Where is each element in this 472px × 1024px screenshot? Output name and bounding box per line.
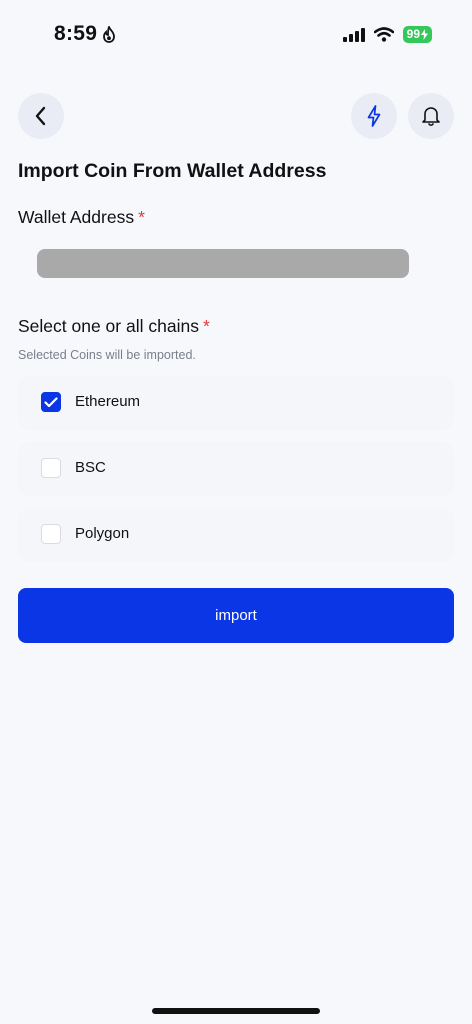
chain-option-ethereum[interactable]: Ethereum <box>18 376 454 430</box>
notifications-button[interactable] <box>408 93 454 139</box>
import-button[interactable]: import <box>18 588 454 643</box>
chain-option-bsc[interactable]: BSC <box>18 442 454 496</box>
required-mark: * <box>138 207 145 227</box>
chains-label: Select one or all chains * <box>18 316 210 337</box>
lightning-button[interactable] <box>351 93 397 139</box>
required-mark: * <box>202 316 210 336</box>
import-button-label: import <box>215 607 257 624</box>
cellular-signal-icon <box>342 27 365 42</box>
bsc-checkbox[interactable] <box>41 458 61 478</box>
chain-label-ethereum: Ethereum <box>75 393 141 410</box>
wallet-address-label: Wallet Address * <box>18 207 145 228</box>
ethereum-checkbox[interactable] <box>41 392 61 412</box>
chains-label-text: Select one or all chains <box>18 316 199 336</box>
chevron-left-icon <box>35 106 46 126</box>
page-title: Import Coin From Wallet Address <box>18 160 327 182</box>
home-indicator <box>152 1008 320 1014</box>
battery-indicator: 99 <box>402 26 432 43</box>
status-time-text: 8:59 <box>54 22 98 45</box>
polygon-checkbox[interactable] <box>41 524 61 544</box>
lightning-bolt-icon <box>367 105 381 127</box>
bell-icon <box>422 107 440 127</box>
status-time: 8:59 <box>54 22 116 46</box>
status-bar: 8:59 99 <box>0 0 472 70</box>
chain-label-polygon: Polygon <box>75 525 130 542</box>
chain-option-polygon[interactable]: Polygon <box>18 508 454 562</box>
wallet-address-redacted-value <box>37 249 409 278</box>
status-indicators: 99 <box>342 26 432 43</box>
charging-bolt-icon <box>421 29 428 40</box>
back-button[interactable] <box>18 93 64 139</box>
battery-level: 99 <box>406 27 420 41</box>
chain-label-bsc: BSC <box>75 459 106 476</box>
checkmark-icon <box>44 396 58 407</box>
wallet-address-label-text: Wallet Address <box>18 207 135 227</box>
chains-helper-text: Selected Coins will be imported. <box>18 348 196 362</box>
flame-icon <box>103 25 116 43</box>
wifi-icon <box>373 27 394 42</box>
